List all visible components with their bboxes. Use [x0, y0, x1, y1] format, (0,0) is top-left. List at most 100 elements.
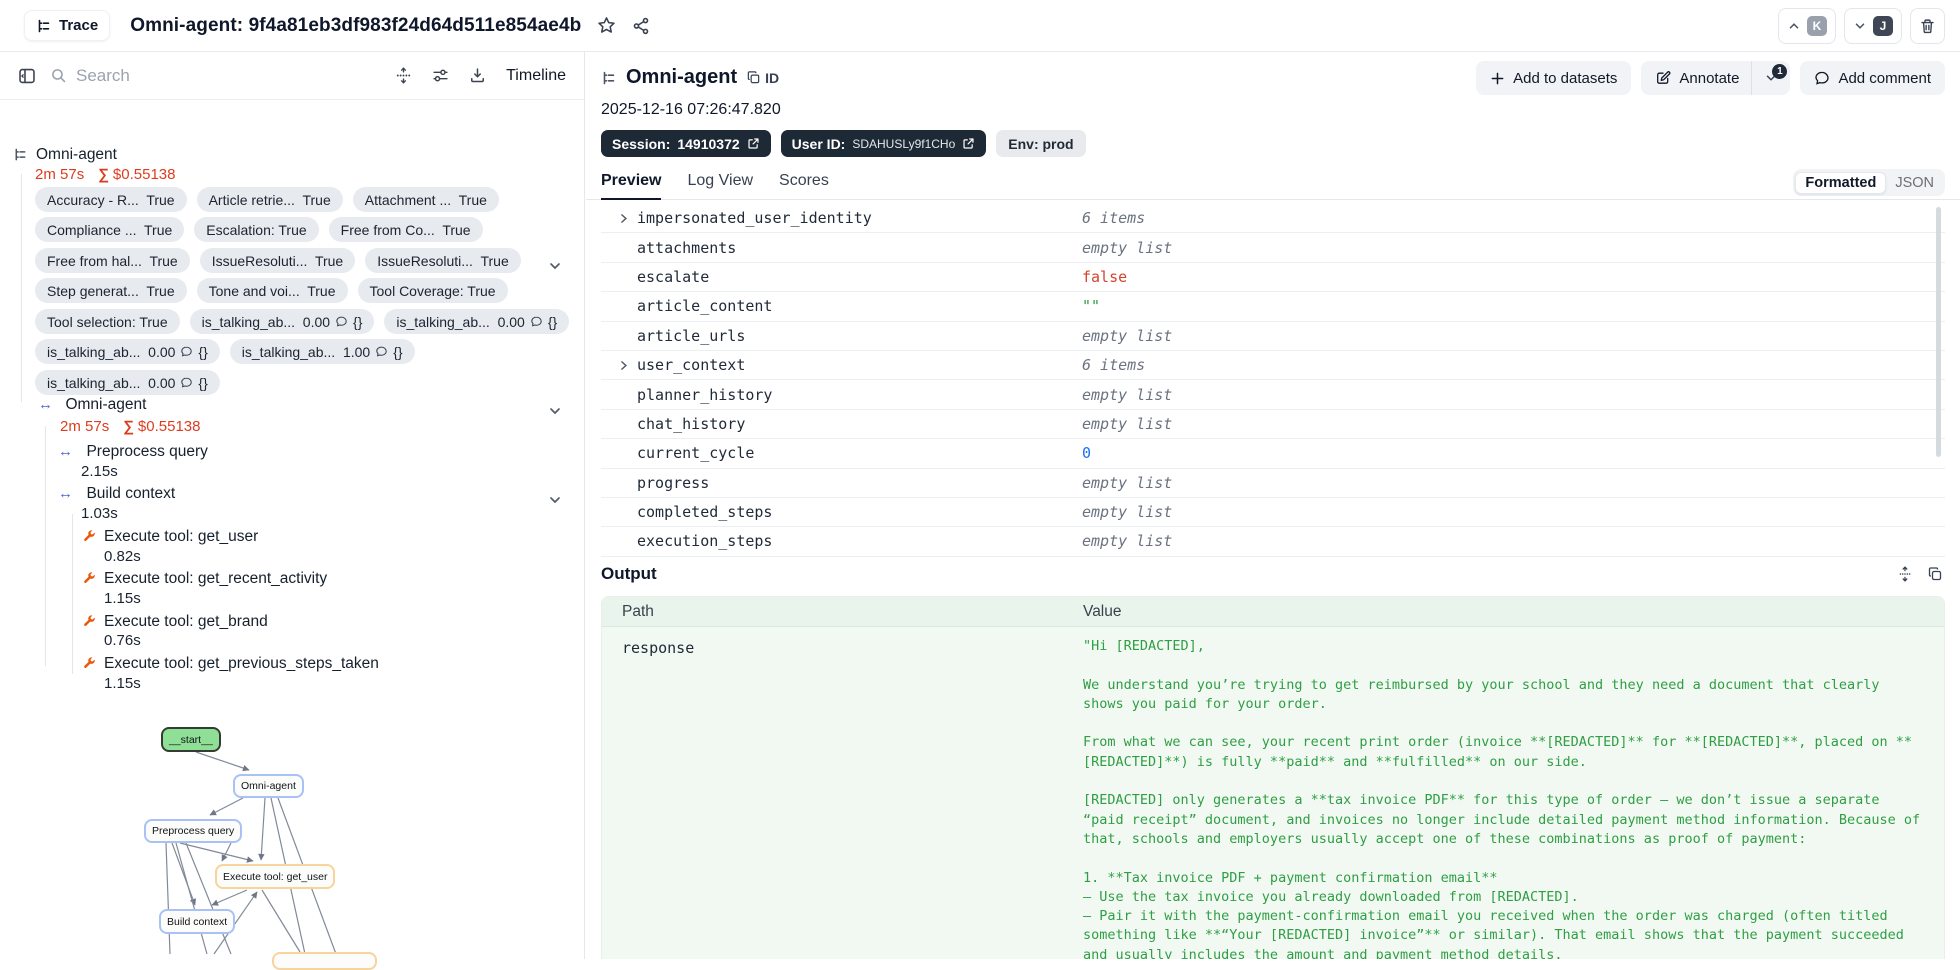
- search-box[interactable]: [50, 65, 381, 86]
- tab-log-view[interactable]: Log View: [687, 169, 753, 200]
- trace-detail-panel: Omni-agent ID Add to datasets Annotate 1…: [586, 52, 1960, 959]
- topbar-actions: K J: [1778, 8, 1945, 44]
- score-badge[interactable]: Step generat... True: [35, 278, 187, 303]
- user-id-badge[interactable]: User ID: SDAHUSLy9f1CHo: [780, 130, 987, 157]
- tab-preview[interactable]: Preview: [601, 169, 662, 200]
- output-row-key: response: [622, 639, 695, 657]
- span-name: Omni-agent: [65, 396, 147, 413]
- next-trace-button[interactable]: J: [1844, 8, 1902, 44]
- table-row[interactable]: user_context 6 items: [601, 351, 1945, 381]
- span-duration: 1.15s: [104, 590, 141, 607]
- search-input[interactable]: [76, 65, 296, 86]
- tool-row-get-brand[interactable]: Execute tool: get_brand: [82, 613, 268, 631]
- annotate-dropdown-button[interactable]: 1: [1752, 61, 1790, 95]
- copy-icon: [746, 70, 761, 85]
- score-badge[interactable]: Tool selection: True: [35, 309, 180, 334]
- trace-chip[interactable]: Trace: [24, 10, 111, 41]
- comment-icon: [375, 345, 388, 358]
- table-row[interactable]: attachments empty list: [601, 233, 1945, 263]
- tool-row-get-user[interactable]: Execute tool: get_user: [82, 528, 258, 546]
- env-badge: Env: prod: [996, 130, 1086, 157]
- score-badge-row: is_talking_ab... 0.00{} is_talking_ab...…: [35, 339, 415, 364]
- score-badge[interactable]: is_talking_ab... 0.00{}: [35, 370, 220, 395]
- chevron-down-icon[interactable]: [547, 492, 563, 508]
- table-row[interactable]: chat_history empty list: [601, 410, 1945, 440]
- chevron-right-icon[interactable]: [617, 212, 630, 225]
- sidebar-toolbar: Timeline: [0, 52, 584, 100]
- annotate-button[interactable]: Annotate: [1641, 61, 1753, 95]
- collapse-panel-icon[interactable]: [18, 67, 36, 85]
- score-badge-row: Step generat... True Tone and voi... Tru…: [35, 278, 508, 303]
- score-badge[interactable]: Attachment ... True: [352, 187, 499, 212]
- prev-trace-button[interactable]: K: [1778, 8, 1836, 44]
- graph-node-partial[interactable]: [272, 952, 377, 970]
- copy-icon[interactable]: [1927, 566, 1943, 582]
- score-badge-row: is_talking_ab... 0.00{}: [35, 370, 220, 395]
- format-toggle: Formatted JSON: [1793, 169, 1945, 196]
- graph-node-omni-agent[interactable]: Omni-agent: [233, 774, 304, 798]
- score-badge[interactable]: IssueResoluti... True: [365, 248, 521, 273]
- expand-vertical-icon[interactable]: [1897, 566, 1913, 582]
- table-row[interactable]: article_content "": [601, 292, 1945, 322]
- table-row[interactable]: execution_steps empty list: [601, 527, 1945, 557]
- timeline-toggle[interactable]: Timeline: [506, 67, 566, 85]
- table-row[interactable]: article_urls empty list: [601, 322, 1945, 351]
- output-section-heading: Output: [601, 564, 657, 583]
- score-badge[interactable]: Free from Co... True: [328, 217, 483, 242]
- span-row-build-context[interactable]: ↔ Build context: [58, 485, 175, 503]
- graph-node-preprocess-query[interactable]: Preprocess query: [144, 819, 243, 843]
- score-badge[interactable]: Article retrie... True: [196, 187, 343, 212]
- graph-node-build-context[interactable]: Build context: [159, 909, 236, 934]
- session-badge[interactable]: Session: 14910372: [601, 130, 771, 157]
- download-icon[interactable]: [469, 67, 486, 84]
- format-json-option[interactable]: JSON: [1886, 173, 1943, 193]
- score-badge[interactable]: Accuracy - R... True: [35, 187, 187, 212]
- score-badge[interactable]: Tool Coverage: True: [357, 278, 508, 303]
- comment-icon: [180, 345, 193, 358]
- chevron-down-icon[interactable]: [547, 258, 563, 274]
- score-badge[interactable]: is_talking_ab... 0.00{}: [35, 339, 220, 364]
- tab-scores[interactable]: Scores: [779, 169, 829, 200]
- delete-trace-button[interactable]: [1910, 8, 1945, 44]
- tool-row-get-previous-steps-taken[interactable]: Execute tool: get_previous_steps_taken: [82, 655, 379, 673]
- table-row[interactable]: planner_history empty list: [601, 380, 1945, 410]
- wrench-icon: [82, 529, 96, 543]
- share-icon[interactable]: [632, 17, 650, 35]
- score-badge[interactable]: Escalation: True: [194, 217, 319, 242]
- span-icon: ↔: [58, 485, 73, 502]
- score-badge[interactable]: IssueResoluti... True: [199, 248, 356, 273]
- display-settings-icon[interactable]: [432, 67, 449, 84]
- add-comment-button[interactable]: Add comment: [1800, 61, 1945, 95]
- score-badge[interactable]: Compliance ... True: [35, 217, 185, 242]
- score-badge[interactable]: Free from hal... True: [35, 248, 190, 273]
- table-row[interactable]: impersonated_user_identity 6 items: [601, 204, 1945, 234]
- format-formatted-option[interactable]: Formatted: [1795, 171, 1887, 194]
- tool-row-get-recent-activity[interactable]: Execute tool: get_recent_activity: [82, 570, 327, 588]
- chevron-right-icon[interactable]: [617, 359, 630, 372]
- graph-node-start[interactable]: __start__: [161, 727, 221, 752]
- comment-icon: [1814, 70, 1830, 86]
- span-row-omni-agent[interactable]: ↔ Omni-agent: [38, 396, 146, 414]
- table-row[interactable]: progress empty list: [601, 469, 1945, 498]
- page-title: Omni-agent: 9f4a81eb3df983f24d64d511e854…: [130, 14, 582, 36]
- span-row-preprocess-query[interactable]: ↔ Preprocess query: [58, 443, 208, 461]
- table-row[interactable]: completed_steps empty list: [601, 498, 1945, 528]
- expand-collapse-all-icon[interactable]: [395, 67, 412, 84]
- score-badge[interactable]: Tone and voi... True: [196, 278, 348, 303]
- scrollbar-thumb[interactable]: [1936, 207, 1941, 457]
- graph-node-execute-tool-get-user[interactable]: Execute tool: get_user: [215, 864, 336, 889]
- annotation-count-badge: 1: [1772, 64, 1788, 79]
- chevron-down-icon[interactable]: [547, 403, 563, 419]
- table-row[interactable]: escalate false: [601, 263, 1945, 293]
- root-cost: ∑ $0.55138: [98, 166, 176, 183]
- root-node-row[interactable]: Omni-agent: [13, 146, 117, 164]
- copy-id-chip[interactable]: ID: [746, 70, 779, 86]
- score-badge[interactable]: is_talking_ab... 0.00{}: [189, 309, 375, 334]
- bookmark-star-icon[interactable]: [597, 16, 616, 35]
- score-badge[interactable]: is_talking_ab... 1.00{}: [229, 339, 415, 364]
- add-to-datasets-button[interactable]: Add to datasets: [1476, 61, 1632, 95]
- output-response-row[interactable]: response "Hi [REDACTED], We understand y…: [602, 627, 1944, 959]
- score-badge[interactable]: is_talking_ab... 0.00{}: [384, 309, 570, 334]
- table-row[interactable]: current_cycle 0: [601, 439, 1945, 469]
- search-icon: [50, 67, 67, 84]
